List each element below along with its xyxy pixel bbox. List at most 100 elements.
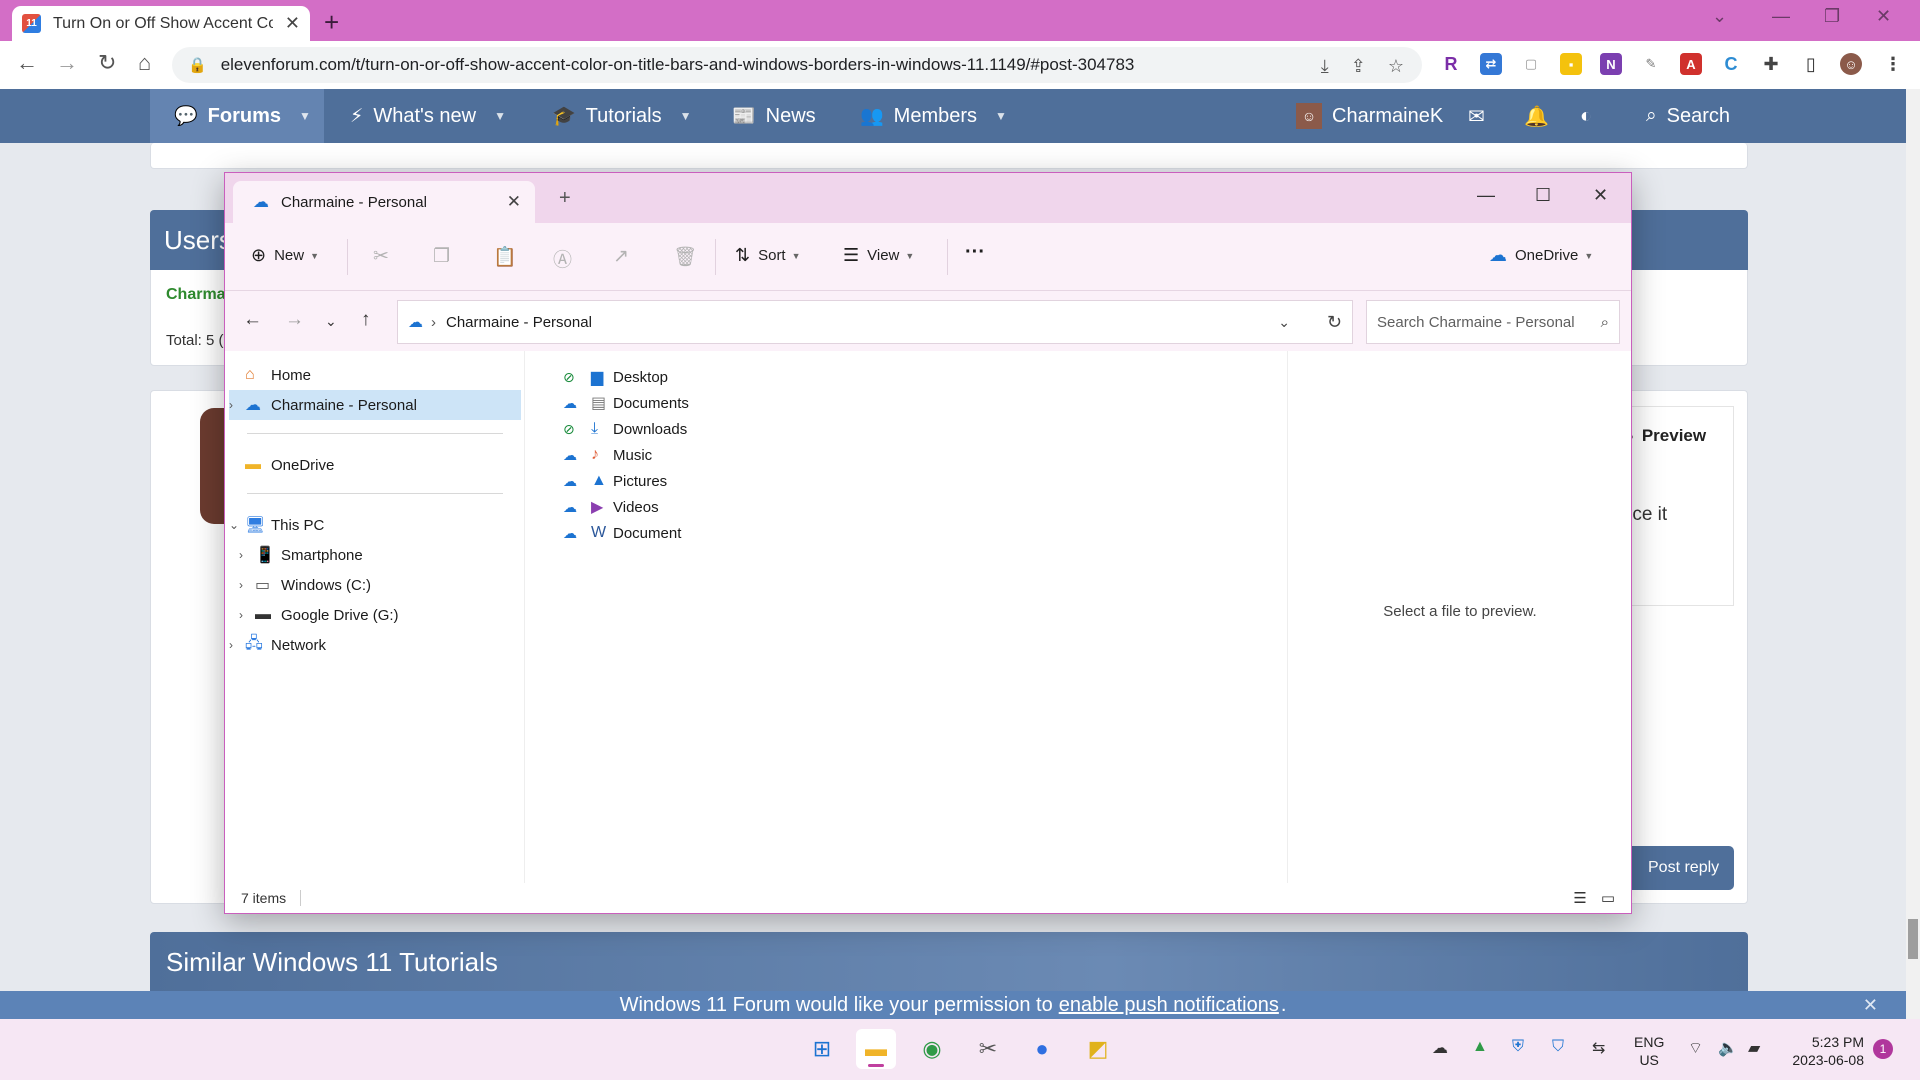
scrollbar-thumb[interactable]	[1908, 919, 1918, 959]
refresh-icon[interactable]: ↻	[1327, 312, 1342, 333]
extension-c-icon[interactable]: C	[1720, 53, 1742, 75]
chevron-right-icon[interactable]: ›	[431, 314, 436, 331]
chevron-right-icon[interactable]: ›	[239, 548, 255, 562]
nav-news[interactable]: 📰 News	[732, 89, 816, 143]
nav-tutorials[interactable]: 🎓 Tutorials ▼	[552, 89, 692, 143]
tiles-view-icon[interactable]: ▭	[1601, 889, 1615, 907]
cut-icon[interactable]: ✂	[373, 245, 389, 268]
nav-user[interactable]: ☺ CharmaineK	[1296, 89, 1443, 143]
extension-puzzle-grey-icon[interactable]: ▢	[1520, 53, 1542, 75]
nav-item-home[interactable]: ⌂ Home	[229, 360, 521, 390]
preview-button[interactable]: ⌕ Preview	[1626, 414, 1732, 458]
new-button[interactable]: ⊕ New ▼	[251, 245, 319, 266]
enable-push-link[interactable]: enable push notifications	[1059, 994, 1279, 1017]
security-tray-icon[interactable]: ⛨	[1512, 1038, 1524, 1056]
recent-locations-icon[interactable]: ⌄	[325, 313, 337, 330]
explorer-minimize-button[interactable]: —	[1477, 185, 1495, 206]
browser-tab-active[interactable]: 11 Turn On or Off Show Accent Color on T…	[12, 6, 310, 41]
extension-pen-icon[interactable]: ✎	[1640, 53, 1662, 75]
list-item[interactable]: ☁ ▶ Videos	[563, 494, 659, 520]
chevron-right-icon[interactable]: ›	[229, 638, 245, 652]
browser-menu-icon[interactable]: ⋮	[1882, 53, 1904, 75]
chevron-down-icon[interactable]: ⌄	[229, 518, 245, 532]
close-icon[interactable]: ✕	[1863, 995, 1878, 1016]
address-bar[interactable]: 🔒 elevenforum.com/t/turn-on-or-off-show-…	[172, 47, 1422, 83]
defender-tray-icon[interactable]: ⛉	[1552, 1038, 1564, 1056]
extension-pdf-icon[interactable]: A	[1680, 53, 1702, 75]
nav-item-network[interactable]: › 🖧 Network	[229, 630, 521, 660]
chevron-right-icon[interactable]: ›	[239, 608, 255, 622]
nav-whats-new[interactable]: ⚡ What's new ▼	[350, 89, 506, 143]
address-path[interactable]: Charmaine - Personal	[446, 314, 592, 331]
address-url[interactable]: elevenforum.com/t/turn-on-or-off-show-ac…	[221, 55, 1135, 75]
copy-icon[interactable]: ❐	[433, 245, 450, 268]
list-item[interactable]: ⊘ ⤓ Downloads	[563, 416, 687, 442]
chevron-down-icon[interactable]: ▼	[494, 109, 506, 123]
forward-icon[interactable]: →	[285, 309, 304, 331]
new-tab-button[interactable]: +	[324, 7, 339, 38]
users-card-name[interactable]: Charma	[166, 286, 226, 304]
file-explorer-taskbar-icon[interactable]: ▬	[856, 1029, 896, 1069]
share-icon[interactable]: ⇪	[1351, 56, 1366, 77]
profile-avatar[interactable]: ☺	[1840, 53, 1862, 75]
side-panel-icon[interactable]: ▯	[1800, 53, 1822, 75]
inbox-icon[interactable]: ✉	[1468, 89, 1485, 143]
close-window-button[interactable]: ✕	[1876, 6, 1891, 27]
battery-icon[interactable]: ▰	[1748, 1038, 1760, 1058]
forward-icon[interactable]: →	[56, 50, 78, 76]
restore-button[interactable]: ❐	[1824, 6, 1840, 27]
paste-icon[interactable]: 📋	[493, 245, 517, 269]
chevron-down-icon[interactable]: ▼	[680, 109, 692, 123]
nav-item-windows-c[interactable]: › ▭ Windows (C:)	[239, 570, 521, 600]
chrome-taskbar-icon[interactable]: ◉	[912, 1029, 952, 1069]
explorer-address-bar[interactable]: ☁ › Charmaine - Personal ⌄ ↻	[397, 300, 1353, 344]
volume-icon[interactable]: 🔈	[1718, 1038, 1738, 1058]
explorer-close-button[interactable]: ✕	[1593, 185, 1608, 206]
buds-taskbar-icon[interactable]: ●	[1022, 1029, 1062, 1069]
view-button[interactable]: ☰ View ▼	[843, 245, 914, 266]
details-view-icon[interactable]: ☰	[1573, 889, 1586, 907]
sort-button[interactable]: ⇅ Sort ▼	[735, 245, 801, 266]
page-scrollbar[interactable]	[1906, 89, 1920, 1019]
network-tray-icon[interactable]: ⇆	[1592, 1038, 1605, 1058]
nav-item-onedrive[interactable]: ▬ OneDrive	[229, 450, 521, 480]
tab-close-icon[interactable]: ✕	[285, 13, 300, 34]
start-button[interactable]: ⊞	[802, 1029, 842, 1069]
explorer-maximize-button[interactable]: ☐	[1535, 185, 1551, 206]
list-item[interactable]: ☁ ♪ Music	[563, 442, 652, 468]
chevron-down-icon[interactable]: ▼	[299, 109, 311, 123]
chevron-right-icon[interactable]: ›	[229, 398, 245, 412]
onedrive-button[interactable]: ☁ OneDrive ▼	[1489, 245, 1593, 266]
more-options-button[interactable]: ···	[965, 241, 985, 264]
list-item[interactable]: ⊘ ▆ Desktop	[563, 364, 668, 390]
rename-icon[interactable]: Ⓐ	[553, 245, 572, 272]
extensions-puzzle-icon[interactable]: ✚	[1760, 53, 1782, 75]
explorer-new-tab-button[interactable]: +	[559, 187, 571, 210]
tab-search-chevron-icon[interactable]: ⌄	[1712, 6, 1727, 27]
explorer-search-input[interactable]: Search Charmaine - Personal ⌕	[1366, 300, 1620, 344]
install-icon[interactable]: ⤓	[1321, 56, 1329, 77]
system-clock[interactable]: 5:23 PM 2023-06-08	[1784, 1033, 1864, 1069]
share-icon[interactable]: ↗	[613, 245, 629, 268]
reload-icon[interactable]: ↻	[98, 50, 116, 76]
theme-toggle-icon[interactable]: ◐	[1580, 89, 1592, 143]
nav-item-google-drive[interactable]: › ▬ Google Drive (G:)	[239, 600, 521, 630]
language-indicator[interactable]: ENG US	[1634, 1033, 1664, 1069]
bell-icon[interactable]: 🔔	[1524, 89, 1549, 143]
delete-icon[interactable]: 🗑	[673, 245, 697, 269]
chevron-down-icon[interactable]: ⌄	[1278, 314, 1290, 331]
list-item[interactable]: ☁ ▤ Documents	[563, 390, 689, 416]
notification-badge[interactable]: 1	[1873, 1039, 1893, 1059]
extension-onenote-icon[interactable]: N	[1600, 53, 1622, 75]
list-item[interactable]: ☁ ▲ Pictures	[563, 468, 667, 494]
minimize-button[interactable]: —	[1772, 6, 1790, 27]
sticky-notes-taskbar-icon[interactable]: ◩	[1078, 1029, 1118, 1069]
nav-members[interactable]: 👥 Members ▼	[860, 89, 1007, 143]
wifi-icon[interactable]: ⌔	[1688, 1038, 1703, 1058]
nav-forums[interactable]: 💬 Forums ▼	[150, 89, 324, 143]
list-item[interactable]: ☁ W Document	[563, 520, 681, 546]
nav-item-smartphone[interactable]: › 📱 Smartphone	[239, 540, 521, 570]
explorer-tab[interactable]: ☁ Charmaine - Personal ✕	[233, 181, 535, 223]
nav-item-personal[interactable]: › ☁ Charmaine - Personal	[229, 390, 521, 420]
nav-search[interactable]: ⌕ Search	[1646, 89, 1730, 143]
